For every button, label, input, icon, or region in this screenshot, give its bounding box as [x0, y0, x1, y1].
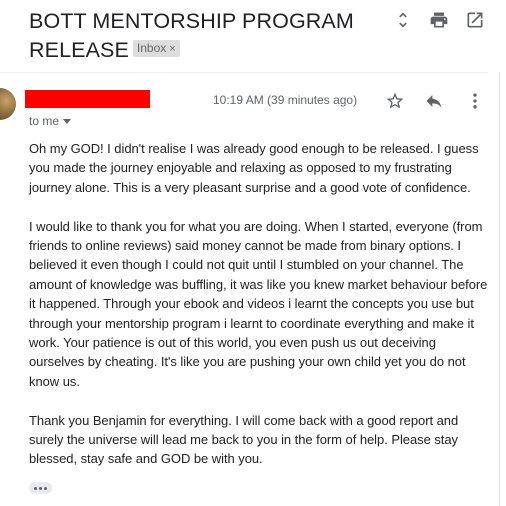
sender-name-redacted [25, 90, 150, 108]
open-in-new-window-icon[interactable] [465, 10, 485, 30]
pane-border [499, 72, 500, 506]
expand-collapse-icon[interactable] [393, 10, 413, 30]
body-paragraph: Oh my GOD! I didn't realise I was alread… [29, 141, 479, 195]
body-paragraph: Thank you Benjamin for everything. I wil… [29, 412, 459, 467]
email-subject: BOTT MENTORSHIP PROGRAM RELEASE Inbox × [29, 7, 389, 65]
chevron-down-icon[interactable] [63, 119, 72, 125]
inbox-label-text: Inbox [136, 40, 167, 55]
star-icon[interactable] [385, 91, 405, 111]
recipient-label: to me [29, 114, 60, 128]
message-body: Oh my GOD! I didn't realise I was alread… [29, 139, 491, 488]
body-paragraph: I would like to thank you for what you a… [29, 218, 488, 389]
more-horiz-dot [44, 486, 47, 490]
sender-avatar[interactable] [0, 88, 16, 120]
show-trimmed-content-button[interactable] [29, 482, 52, 494]
remove-label-button[interactable]: × [169, 43, 175, 55]
print-icon[interactable] [429, 10, 449, 30]
subject-text: BOTT MENTORSHIP PROGRAM RELEASE [29, 9, 354, 62]
more-vert-icon[interactable] [465, 91, 485, 111]
reply-icon[interactable] [424, 91, 444, 111]
more-horiz-dot [39, 486, 42, 490]
recipient-details[interactable]: to me [29, 114, 72, 128]
message-time[interactable]: 10:19 AM (39 minutes ago) [213, 93, 357, 107]
more-horiz-icon [34, 486, 37, 490]
inbox-label-badge: Inbox × [132, 39, 180, 57]
header-divider [0, 72, 488, 73]
